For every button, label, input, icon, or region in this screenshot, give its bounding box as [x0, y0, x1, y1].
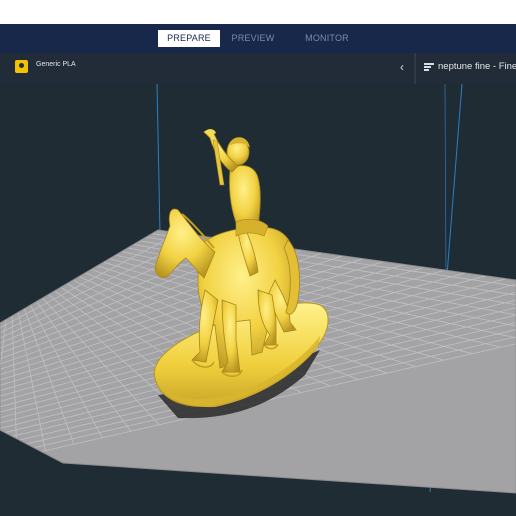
sliders-icon[interactable]: [424, 63, 434, 72]
build-volume-canvas[interactable]: [0, 84, 516, 516]
tab-preview[interactable]: PREVIEW: [220, 30, 286, 47]
build-volume-edge: [444, 84, 447, 291]
build-volume-edge: [156, 84, 161, 235]
spool-icon[interactable]: [15, 60, 28, 73]
top-navigation-bar: PREPARE PREVIEW MONITOR: [0, 24, 516, 53]
tab-prepare[interactable]: PREPARE: [158, 30, 220, 47]
stage-tabs: PREPARE PREVIEW MONITOR: [158, 30, 368, 47]
print-profile-label[interactable]: neptune fine - Fine -: [438, 61, 516, 72]
chevron-left-icon[interactable]: ‹: [400, 60, 404, 74]
tab-monitor[interactable]: MONITOR: [286, 30, 368, 47]
material-label[interactable]: Generic PLA: [36, 61, 76, 68]
toolbar-divider: [414, 53, 416, 84]
3d-viewport[interactable]: [0, 84, 516, 516]
